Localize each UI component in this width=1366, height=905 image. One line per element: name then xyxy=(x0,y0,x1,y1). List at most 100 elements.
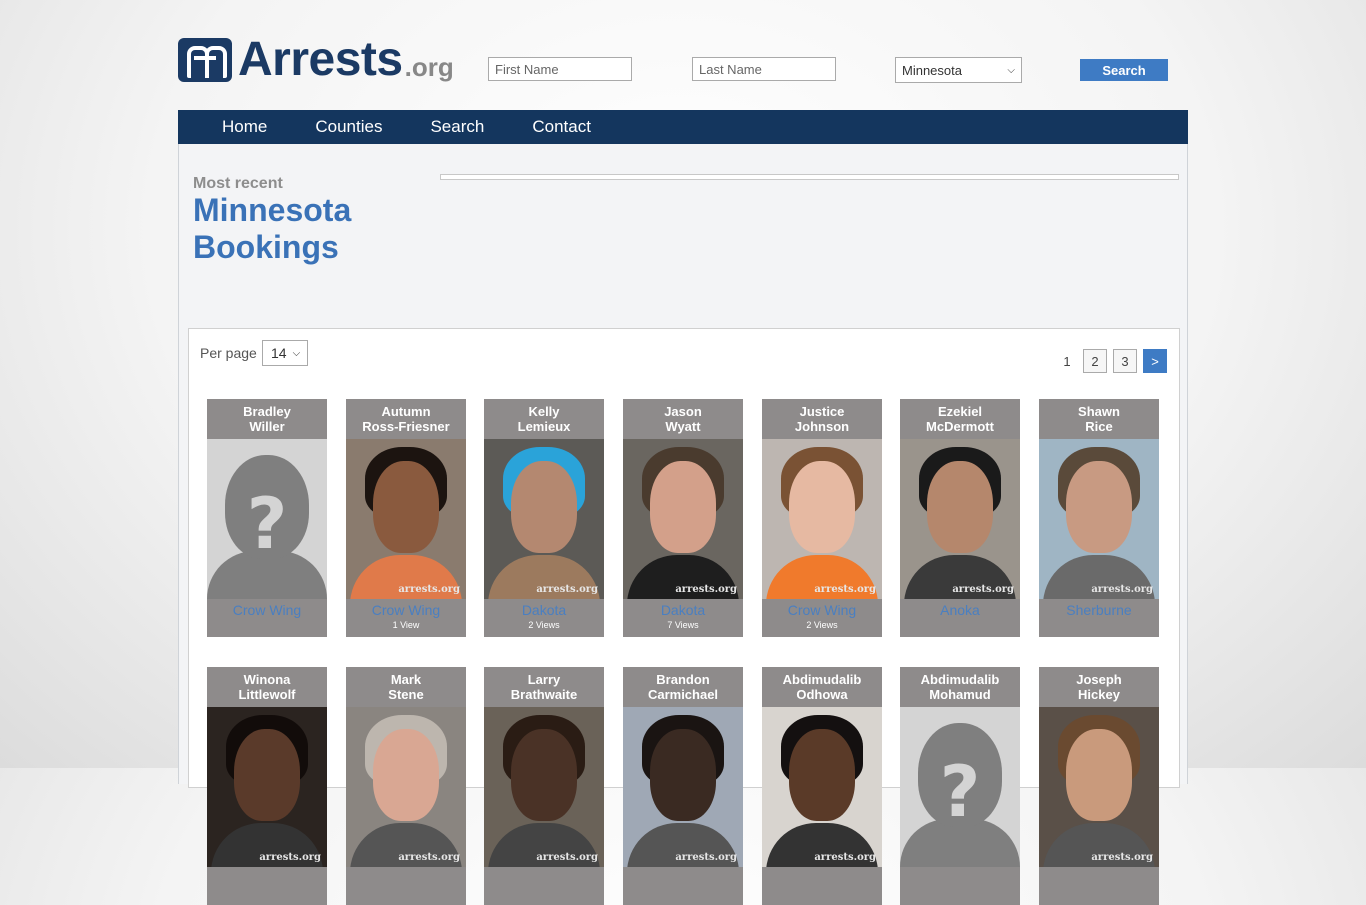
booking-card[interactable]: Brandon Carmichael arrests.org xyxy=(623,667,743,905)
state-select[interactable]: Minnesota ⌵ xyxy=(895,57,1022,83)
booking-first-name: Justice xyxy=(799,404,845,419)
booking-first-name: Ezekiel xyxy=(937,404,983,419)
watermark: arrests.org xyxy=(675,584,737,595)
booking-name[interactable]: Larry Brathwaite xyxy=(484,667,604,707)
mugshot-photo[interactable]: arrests.org xyxy=(207,707,327,867)
watermark: arrests.org xyxy=(1091,852,1153,863)
per-page-select[interactable]: 14 ⌵ xyxy=(262,340,308,366)
booking-views xyxy=(346,870,466,884)
booking-name[interactable]: Abdimudalib Mohamud xyxy=(900,667,1020,707)
booking-name[interactable]: Jason Wyatt xyxy=(623,399,743,439)
watermark: arrests.org xyxy=(814,852,876,863)
mugshot-face xyxy=(1066,461,1132,553)
booking-views xyxy=(762,870,882,884)
logo-text: Arrests xyxy=(238,33,403,86)
mugshot-photo[interactable]: arrests.org xyxy=(762,439,882,599)
booking-card[interactable]: Abdimudalib Mohamud? xyxy=(900,667,1020,905)
mugshot-photo[interactable]: arrests.org xyxy=(346,707,466,867)
booking-last-name: Odhowa xyxy=(796,687,848,702)
booking-name[interactable]: Justice Johnson xyxy=(762,399,882,439)
search-button[interactable]: Search xyxy=(1080,59,1168,81)
booking-last-name: Willer xyxy=(249,419,285,434)
booking-card[interactable]: Jason Wyatt arrests.org Dakota 7 Views xyxy=(623,399,743,637)
page-title: Minnesota Bookings xyxy=(193,192,352,265)
booking-county-link[interactable]: Dakota xyxy=(484,602,604,618)
booking-county-link[interactable]: Crow Wing xyxy=(207,602,327,618)
booking-views xyxy=(900,870,1020,884)
booking-first-name: Larry xyxy=(527,672,561,687)
booking-last-name: Mohamud xyxy=(929,687,991,702)
mugshot-photo[interactable]: ? xyxy=(900,707,1020,867)
booking-card[interactable]: Winona Littlewolf arrests.org xyxy=(207,667,327,905)
mugshot-photo[interactable]: arrests.org xyxy=(762,707,882,867)
booking-last-name: Hickey xyxy=(1078,687,1120,702)
mugshot-photo[interactable]: arrests.org xyxy=(346,439,466,599)
booking-county-link[interactable]: Anoka xyxy=(900,602,1020,618)
main-nav: Home Counties Search Contact xyxy=(178,110,1188,144)
mugshot-photo[interactable]: arrests.org xyxy=(623,707,743,867)
mugshot-photo[interactable]: arrests.org xyxy=(623,439,743,599)
booking-last-name: Carmichael xyxy=(647,687,719,702)
nav-home[interactable]: Home xyxy=(178,110,291,144)
mugshot-photo[interactable]: arrests.org xyxy=(484,439,604,599)
last-name-input[interactable] xyxy=(692,57,836,81)
booking-first-name: Joseph xyxy=(1076,672,1122,687)
chevron-down-icon: ⌵ xyxy=(292,347,301,359)
booking-views: 2 Views xyxy=(806,620,838,630)
booking-card[interactable]: Mark Stene arrests.org xyxy=(346,667,466,905)
booking-views: 1 View xyxy=(392,620,420,630)
nav-contact[interactable]: Contact xyxy=(508,110,615,144)
first-name-input[interactable] xyxy=(488,57,632,81)
booking-name[interactable]: Joseph Hickey xyxy=(1039,667,1159,707)
booking-card[interactable]: Justice Johnson arrests.org Crow Wing 2 View… xyxy=(762,399,882,637)
booking-first-name: Brandon xyxy=(656,672,710,687)
next-page-button[interactable]: > xyxy=(1143,349,1167,373)
page-1[interactable]: 1 xyxy=(1057,349,1077,373)
page-3[interactable]: 3 xyxy=(1113,349,1137,373)
booking-views xyxy=(900,620,1020,634)
booking-card[interactable]: Autumn Ross-Friesner arrests.org Crow Wing 1… xyxy=(346,399,466,637)
booking-card[interactable]: Abdimudalib Odhowa arrests.org xyxy=(762,667,882,905)
booking-views xyxy=(207,870,327,884)
booking-card[interactable]: Ezekiel McDermott arrests.org Anoka xyxy=(900,399,1020,637)
booking-card[interactable]: Kelly Lemieux arrests.org Dakota 2 Views xyxy=(484,399,604,637)
booking-views xyxy=(207,620,327,634)
mugshot-photo[interactable]: ? xyxy=(207,439,327,599)
booking-county-link[interactable]: Crow Wing xyxy=(346,602,466,618)
booking-county-link[interactable]: Dakota xyxy=(623,602,743,618)
mugshot-photo[interactable]: arrests.org xyxy=(484,707,604,867)
booking-county-link[interactable]: Sherburne xyxy=(1039,602,1159,618)
booking-card[interactable]: Shawn Rice arrests.org Sherburne xyxy=(1039,399,1159,637)
booking-last-name: Stene xyxy=(388,687,424,702)
booking-last-name: Littlewolf xyxy=(238,687,296,702)
booking-name[interactable]: Brandon Carmichael xyxy=(623,667,743,707)
site-logo[interactable]: Arrests .org xyxy=(178,33,454,86)
booking-county-link[interactable]: Crow Wing xyxy=(762,602,882,618)
pagination: 1 2 3 > xyxy=(1057,349,1167,373)
booking-card[interactable]: Larry Brathwaite arrests.org xyxy=(484,667,604,905)
booking-name[interactable]: Autumn Ross-Friesner xyxy=(346,399,466,439)
booking-card[interactable]: Joseph Hickey arrests.org xyxy=(1039,667,1159,905)
nav-counties[interactable]: Counties xyxy=(291,110,406,144)
watermark: arrests.org xyxy=(398,584,460,595)
mugshot-photo[interactable]: arrests.org xyxy=(1039,439,1159,599)
booking-name[interactable]: Kelly Lemieux xyxy=(484,399,604,439)
mugshot-face xyxy=(373,729,439,821)
logo-suffix: .org xyxy=(404,52,454,82)
mugshot-face xyxy=(234,729,300,821)
booking-last-name: Johnson xyxy=(794,419,850,434)
nav-search[interactable]: Search xyxy=(406,110,508,144)
booking-last-name: Brathwaite xyxy=(510,687,578,702)
booking-name[interactable]: Winona Littlewolf xyxy=(207,667,327,707)
booking-name[interactable]: Bradley Willer xyxy=(207,399,327,439)
per-page-value: 14 xyxy=(271,345,287,361)
booking-name[interactable]: Abdimudalib Odhowa xyxy=(762,667,882,707)
booking-name[interactable]: Mark Stene xyxy=(346,667,466,707)
mugshot-photo[interactable]: arrests.org xyxy=(900,439,1020,599)
booking-card[interactable]: Bradley Willer? Crow Wing xyxy=(207,399,327,637)
booking-first-name: Jason xyxy=(664,404,702,419)
booking-name[interactable]: Shawn Rice xyxy=(1039,399,1159,439)
mugshot-photo[interactable]: arrests.org xyxy=(1039,707,1159,867)
page-2[interactable]: 2 xyxy=(1083,349,1107,373)
booking-name[interactable]: Ezekiel McDermott xyxy=(900,399,1020,439)
